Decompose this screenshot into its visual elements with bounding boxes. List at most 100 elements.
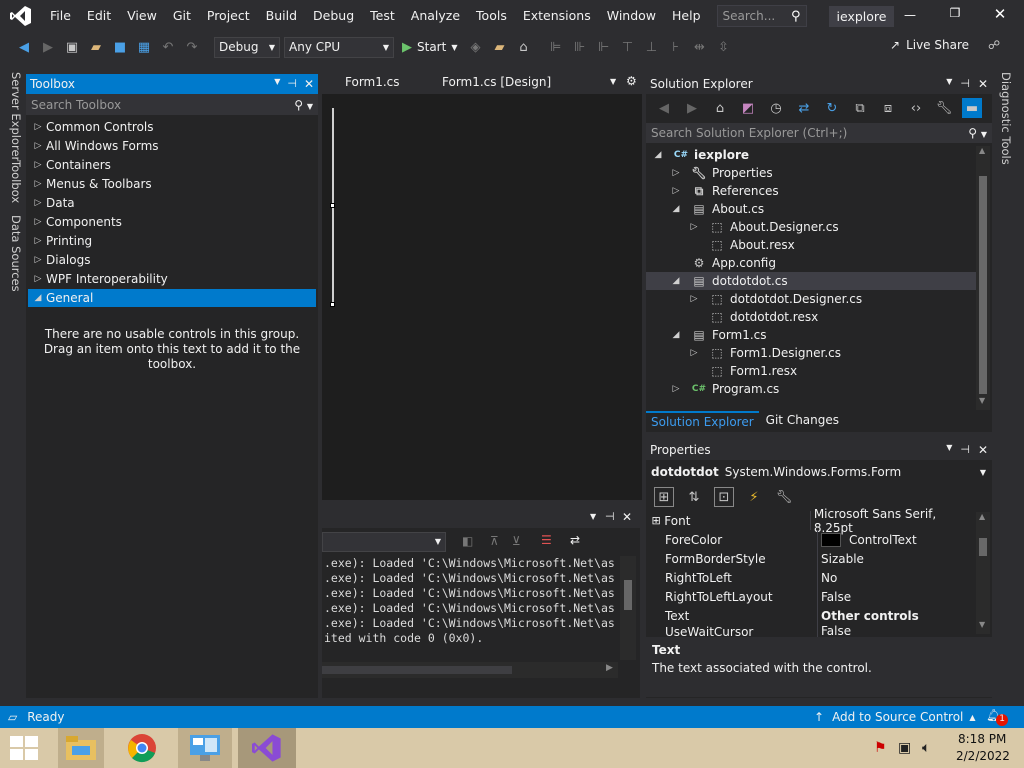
forward-icon[interactable]: ▶ [38,37,58,57]
menu-item-project[interactable]: Project [199,0,258,32]
back-icon[interactable]: ◀ [654,98,674,118]
resize-handle[interactable] [330,302,335,307]
property-value[interactable]: No [821,571,837,585]
solution-tree-item[interactable]: ⚙ App.config [670,254,776,272]
close-icon[interactable]: ✕ [978,77,988,91]
tab-form1-cs[interactable]: Form1.cs [345,75,400,89]
taskbar-date[interactable]: 2/2/2022 [956,749,1010,763]
toolbox-group-components[interactable]: ▷ Components [28,213,316,231]
property-value[interactable]: ControlText [849,533,917,547]
solution-tree-item[interactable]: ⬚ About.resx [688,236,794,254]
solution-tree-item[interactable]: ▷ ⬚ About.Designer.cs [688,218,839,236]
toolbox-group-common-controls[interactable]: ▷ Common Controls [28,118,316,136]
align-center-icon[interactable]: ⊪ [569,37,589,57]
pending-changes-icon[interactable]: ◷ [766,98,786,118]
window-menu-icon[interactable]: ▼ [946,77,952,91]
property-row[interactable]: ForeColor ControlText [648,530,972,549]
property-value[interactable]: Other controls [821,609,919,623]
menu-item-view[interactable]: View [119,0,165,32]
next-icon[interactable]: ⊻ [512,534,521,548]
feedback-icon[interactable]: ☍ [988,38,1000,52]
clear-all-icon[interactable]: ☰ [541,533,552,547]
sync-icon[interactable]: ⇄ [794,98,814,118]
pin-icon[interactable]: ⊣ [960,77,970,91]
property-row[interactable]: Text Other controls [648,606,972,625]
window-menu-icon[interactable]: ▼ [274,77,280,91]
new-project-icon[interactable]: ▣ [62,37,82,57]
menu-item-help[interactable]: Help [664,0,709,32]
gear-icon[interactable]: ⚙ [626,74,637,88]
output-vertical-scrollbar[interactable] [620,556,636,660]
close-button[interactable]: ✕ [990,5,1010,23]
designer-surface[interactable] [322,94,642,500]
align-left-icon[interactable]: ⊫ [545,37,565,57]
configuration-dropdown[interactable]: Debug ▼ [214,36,280,58]
solution-tree-item[interactable]: ▷ 🔧︎ Properties [670,164,773,182]
solution-search[interactable]: Search Solution Explorer (Ctrl+;) ⚲ ▼ [646,123,992,143]
add-to-source-control-button[interactable]: ↑ Add to Source Control ▲ [814,710,976,724]
properties-view-icon[interactable]: ⊡ [714,487,734,507]
forward-icon[interactable]: ▶ [682,98,702,118]
toolbox-group-containers[interactable]: ▷ Containers [28,156,316,174]
property-row[interactable]: RightToLeft No [648,568,972,587]
pin-icon[interactable]: ⊣ [605,510,615,523]
solution-tree-item[interactable]: ▷ ⧉ References [670,182,779,200]
properties-wrench-icon[interactable]: 🔧︎ [934,98,954,118]
toolbox-group-all-windows-forms[interactable]: ▷ All Windows Forms [28,137,316,155]
window-menu-icon[interactable]: ▼ [946,443,952,457]
tab-solution-explorer[interactable]: Solution Explorer [646,411,759,431]
start-button[interactable] [10,736,38,763]
scroll-up-icon[interactable]: ▲ [979,146,985,155]
scroll-down-icon[interactable]: ▼ [979,396,985,405]
browse-folder-icon[interactable]: ▰ [489,37,509,57]
collapsed-arrow-icon[interactable]: ▷ [688,222,700,232]
properties-scrollbar[interactable]: ▲ ▼ [976,512,990,634]
undo-icon[interactable]: ↶ [158,37,178,57]
save-icon[interactable]: ■ [110,37,130,57]
collapsed-arrow-icon[interactable]: ▷ [688,294,700,304]
side-tab-diagnostic-tools[interactable]: Diagnostic Tools [999,72,1013,165]
object-selector[interactable]: dotdotdot System.Windows.Forms.Form ▼ [646,462,992,482]
volume-icon[interactable]: 🔈︎ [922,740,930,756]
collapse-all-icon[interactable]: ⧉ [850,98,870,118]
start-button[interactable]: ▶ Start ▼ [402,40,457,55]
solution-tree-item[interactable]: ◢ ▤ Form1.cs [670,326,767,344]
code-view-icon[interactable]: ‹› [906,98,926,118]
solution-explorer-scrollbar[interactable]: ▲ ▼ [976,146,990,410]
show-all-files-icon[interactable]: ⧈ [878,98,898,118]
solution-tree-item[interactable]: ▷ ⬚ dotdotdot.Designer.cs [688,290,863,308]
scroll-up-icon[interactable]: ▲ [979,512,985,521]
alphabetical-icon[interactable]: ⇅ [684,487,704,507]
collapsed-arrow-icon[interactable]: ▷ [670,186,682,196]
notifications-button[interactable]: 🔔︎ 1 [986,708,1008,726]
menu-item-debug[interactable]: Debug [305,0,362,32]
word-wrap-icon[interactable]: ⇄ [570,533,580,547]
collapsed-arrow-icon[interactable]: ▷ [670,168,682,178]
taskbar-time[interactable]: 8:18 PM [958,732,1006,746]
collapsed-arrow-icon[interactable]: ▷ [670,384,682,394]
events-icon[interactable]: ⚡︎ [744,487,764,507]
scroll-right-icon[interactable]: ▶ [606,663,613,673]
toolbox-group-wpf-interoperability[interactable]: ▷ WPF Interoperability [28,270,316,288]
network-icon[interactable]: ▣ [898,740,911,756]
home-icon[interactable]: ⌂ [710,98,730,118]
expanded-arrow-icon[interactable]: ◢ [670,204,682,214]
expand-plus-icon[interactable]: ⊞ [648,514,664,527]
menu-item-edit[interactable]: Edit [79,0,119,32]
property-value[interactable]: False [821,625,851,637]
close-icon[interactable]: ✕ [622,510,632,524]
toolbox-group-general[interactable]: ◢ General [28,289,316,307]
align-bottom-icon[interactable]: ⊦ [665,37,685,57]
previous-icon[interactable]: ⊼ [490,534,499,548]
search-box[interactable]: Search... ⚲ [716,5,807,27]
side-tab-server-explorer[interactable]: Server Explorer [9,72,23,161]
refresh-icon[interactable]: ↻ [822,98,842,118]
preview-icon[interactable]: ▬ [962,98,982,118]
toolbox-group-menus-toolbars[interactable]: ▷ Menus & Toolbars [28,175,316,193]
save-all-icon[interactable]: ▦ [134,37,154,57]
solution-tree-item[interactable]: ⬚ dotdotdot.resx [688,308,818,326]
find-icon[interactable]: ◧ [462,534,473,548]
same-height-icon[interactable]: ⇳ [713,37,733,57]
menu-item-extensions[interactable]: Extensions [515,0,599,32]
live-share-button[interactable]: ↗ Live Share [890,38,969,52]
